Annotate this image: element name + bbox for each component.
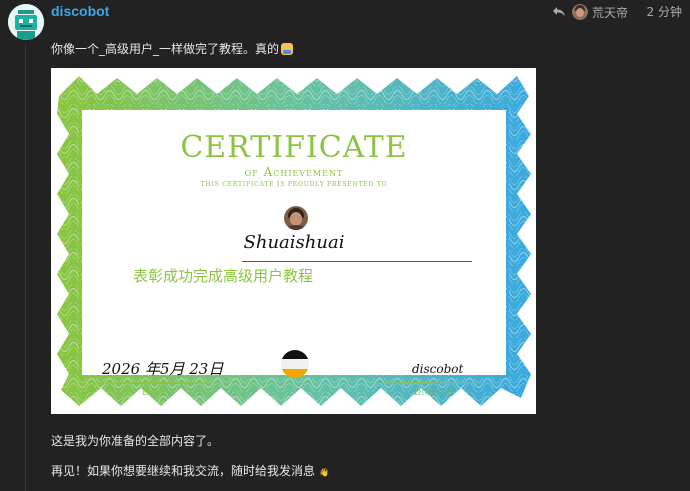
- laptop-emoji-icon: [281, 43, 294, 55]
- robot-icon: [8, 4, 44, 40]
- certificate-date: 2026 年5月 23日: [102, 360, 224, 378]
- thread-line: [25, 44, 26, 491]
- date-label: Date: [142, 388, 164, 398]
- reply-arrow-icon: [553, 7, 565, 17]
- site-logo-icon: [281, 350, 309, 378]
- intro-paragraph: 你像一个_高级用户_一样做完了教程。真的: [51, 40, 294, 57]
- certificate-description: 表彰成功完成高级用户教程: [133, 267, 314, 285]
- certificate-body: CERTIFICATE of Achievement this certific…: [82, 110, 506, 398]
- certificate-image[interactable]: CERTIFICATE of Achievement this certific…: [51, 68, 536, 414]
- recipient-avatar: [284, 206, 308, 230]
- director-label: Director: [414, 388, 455, 398]
- certificate-title: CERTIFICATE: [180, 130, 408, 165]
- reply-user-name: 荒天帝: [592, 5, 629, 20]
- outro-paragraph: 这是我为你准备的全部内容了。: [51, 434, 220, 448]
- certificate-subtitle: of Achievement: [244, 165, 344, 179]
- date-signature-line: [88, 382, 228, 384]
- reply-to[interactable]: 荒天帝: [552, 3, 628, 21]
- wave-emoji-icon: 👋: [319, 468, 329, 477]
- director-signature: discobot: [412, 362, 464, 376]
- name-underline: [242, 261, 472, 262]
- farewell-paragraph: 再见！如果你想要继续和我交流，随时给我发消息 👋: [51, 462, 329, 479]
- bot-avatar[interactable]: [8, 4, 44, 40]
- certificate-presented-line: this certificate is proudly presented to: [200, 181, 388, 188]
- director-signature-line: [364, 382, 504, 384]
- farewell-text: 再见！如果你想要继续和我交流，随时给我发消息: [51, 464, 316, 478]
- username[interactable]: discobot: [51, 3, 109, 19]
- recipient-name: Shuaishuai: [243, 232, 345, 253]
- reply-user-avatar: [572, 4, 588, 20]
- intro-text: 你像一个_高级用户_一样做完了教程。真的: [51, 42, 280, 56]
- post-time[interactable]: 2 分钟: [647, 3, 682, 20]
